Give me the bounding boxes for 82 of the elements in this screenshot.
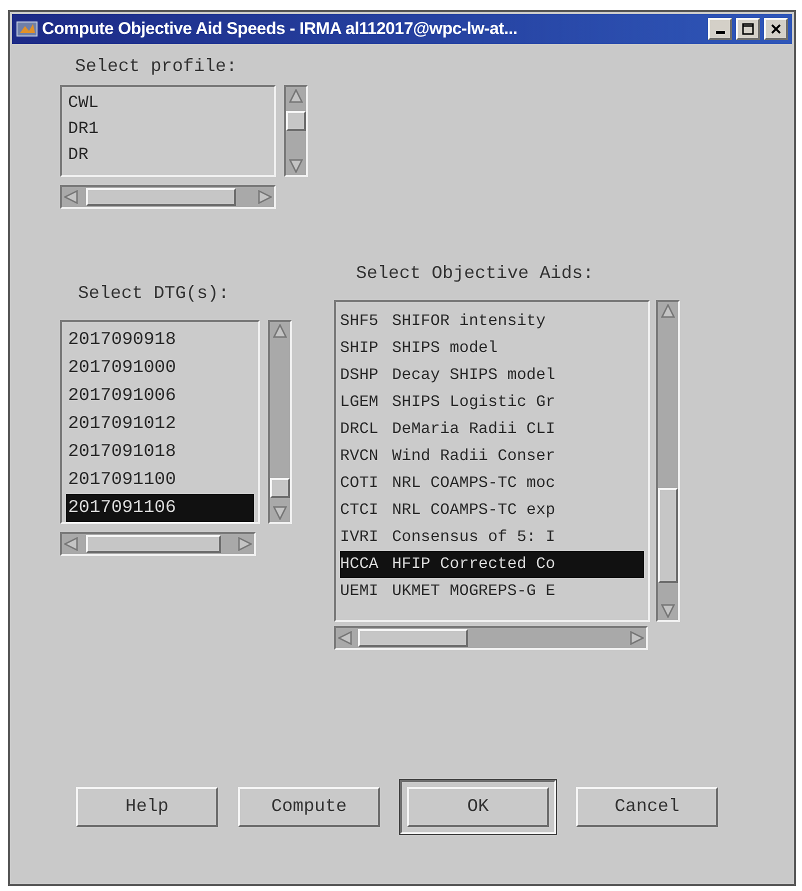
list-item[interactable]: DR1: [66, 117, 270, 143]
aid-code: DRCL: [340, 419, 380, 440]
right-arrow-icon[interactable]: [258, 190, 272, 204]
aid-description: Wind Radii Conser: [392, 446, 556, 467]
up-arrow-icon[interactable]: [289, 89, 303, 103]
scroll-thumb[interactable]: [86, 188, 236, 206]
list-item[interactable]: UEMI UKMET MOGREPS-G E: [340, 578, 644, 605]
aid-description: SHIFOR intensity: [392, 311, 546, 332]
dialog-button[interactable]: Cancel: [576, 787, 718, 827]
list-item[interactable]: 2017090918: [66, 326, 254, 354]
scroll-thumb[interactable]: [358, 629, 468, 647]
horizontal-scrollbar[interactable]: [60, 185, 276, 209]
aid-description: SHIPS model: [392, 338, 498, 359]
list-item[interactable]: HCCA HFIP Corrected Co: [340, 551, 644, 578]
list-item[interactable]: CTCI NRL COAMPS-TC exp: [340, 497, 644, 524]
aid-description: Consensus of 5: I: [392, 527, 556, 548]
aid-description: UKMET MOGREPS-G E: [392, 581, 556, 602]
aid-code: DSHP: [340, 365, 380, 386]
list-item[interactable]: LGEM SHIPS Logistic Gr: [340, 389, 644, 416]
list-item[interactable]: 2017091018: [66, 438, 254, 466]
minimize-icon: [716, 31, 724, 34]
minimize-button[interactable]: [708, 18, 732, 40]
section-label: Select DTG(s):: [78, 283, 230, 306]
aid-code: HCCA: [340, 554, 380, 575]
aid-description: Decay SHIPS model: [392, 365, 556, 386]
list-item[interactable]: 2017091100: [66, 466, 254, 494]
list-item[interactable]: RVCN Wind Radii Conser: [340, 443, 644, 470]
right-arrow-icon[interactable]: [630, 631, 644, 645]
app-icon: [16, 20, 38, 38]
list-item[interactable]: 2017091106: [66, 494, 254, 522]
left-arrow-icon[interactable]: [64, 537, 78, 551]
list-item[interactable]: IVRI Consensus of 5: I: [340, 524, 644, 551]
aid-code: UEMI: [340, 581, 380, 602]
list-item[interactable]: CWL: [66, 91, 270, 117]
list-item[interactable]: SHIP SHIPS model: [340, 335, 644, 362]
vertical-scrollbar[interactable]: [656, 300, 680, 622]
list-item[interactable]: 2017091000: [66, 354, 254, 382]
left-arrow-icon[interactable]: [338, 631, 352, 645]
aid-description: HFIP Corrected Co: [392, 554, 556, 575]
up-arrow-icon[interactable]: [273, 324, 287, 338]
list-item[interactable]: COTI NRL COAMPS-TC moc: [340, 470, 644, 497]
aid-description: SHIPS Logistic Gr: [392, 392, 556, 413]
horizontal-scrollbar[interactable]: [334, 626, 648, 650]
maximize-button[interactable]: [736, 18, 760, 40]
scroll-thumb[interactable]: [86, 535, 221, 553]
aid-code: LGEM: [340, 392, 380, 413]
scroll-thumb[interactable]: [270, 478, 290, 498]
scroll-thumb[interactable]: [286, 111, 306, 131]
aid-code: RVCN: [340, 446, 380, 467]
aid-description: NRL COAMPS-TC exp: [392, 500, 556, 521]
aid-code: COTI: [340, 473, 380, 494]
maximize-icon: [742, 23, 754, 35]
list-item[interactable]: 2017091006: [66, 382, 254, 410]
scroll-thumb[interactable]: [658, 488, 678, 583]
horizontal-scrollbar[interactable]: [60, 532, 256, 556]
list-item[interactable]: DRCL DeMaria Radii CLI: [340, 416, 644, 443]
left-arrow-icon[interactable]: [64, 190, 78, 204]
up-arrow-icon[interactable]: [661, 304, 675, 318]
right-arrow-icon[interactable]: [238, 537, 252, 551]
section-label: Select Objective Aids:: [356, 263, 595, 286]
down-arrow-icon[interactable]: [661, 604, 675, 618]
list-item[interactable]: DR: [66, 143, 270, 169]
window-title: Compute Objective Aid Speeds - IRMA al112017@wpc-lw-at...: [42, 18, 518, 40]
dialog-button[interactable]: OK: [407, 787, 549, 827]
vertical-scrollbar[interactable]: [284, 85, 308, 177]
list-item[interactable]: 2017091012: [66, 410, 254, 438]
aid-description: DeMaria Radii CLI: [392, 419, 556, 440]
aid-description: NRL COAMPS-TC moc: [392, 473, 556, 494]
aid-code: CTCI: [340, 500, 380, 521]
close-icon: [770, 23, 782, 35]
section-label: Select profile:: [75, 56, 238, 79]
aid-code: IVRI: [340, 527, 380, 548]
aid-code: SHF5: [340, 311, 380, 332]
aid-code: SHIP: [340, 338, 380, 359]
dialog-button[interactable]: Help: [76, 787, 218, 827]
close-button[interactable]: [764, 18, 788, 40]
list-item[interactable]: SHF5 SHIFOR intensity: [340, 308, 644, 335]
down-arrow-icon[interactable]: [289, 159, 303, 173]
dialog-button[interactable]: Compute: [238, 787, 380, 827]
list-item[interactable]: DSHP Decay SHIPS model: [340, 362, 644, 389]
vertical-scrollbar[interactable]: [268, 320, 292, 524]
down-arrow-icon[interactable]: [273, 506, 287, 520]
